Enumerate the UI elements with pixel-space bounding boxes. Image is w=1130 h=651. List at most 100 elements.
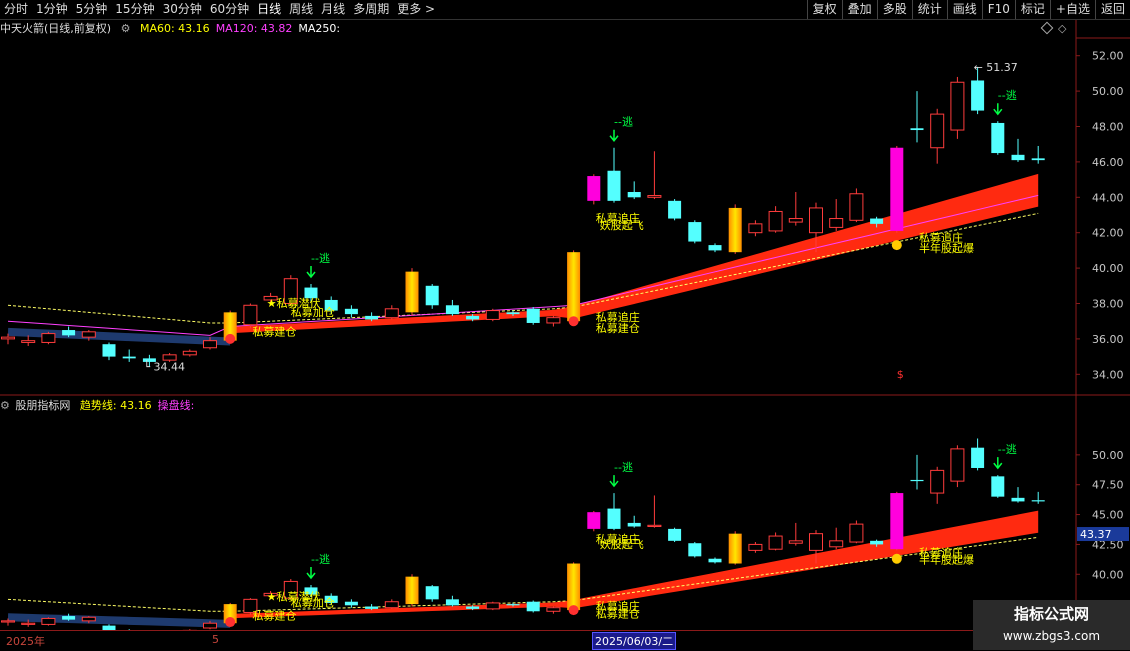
- candle-body-down: [466, 606, 480, 609]
- candle-body-gold: [728, 533, 742, 564]
- candle-body-up: [950, 448, 965, 482]
- candle-body-down: [1031, 500, 1045, 502]
- y-tick-label: 38.00: [1092, 298, 1124, 311]
- candle-body-up: [768, 535, 783, 550]
- settings-icon[interactable]: ⚙: [121, 22, 131, 35]
- candle-body-down: [870, 540, 884, 545]
- candle-body-up: [809, 207, 823, 234]
- candle-body-gold: [405, 271, 419, 313]
- candle-body-up: [546, 317, 561, 324]
- candle-body-magenta: [890, 147, 904, 231]
- ma-label-2: MA250:: [298, 22, 341, 35]
- diamond-icon: [568, 605, 579, 616]
- y-tick-label: 48.00: [1092, 121, 1124, 134]
- diamond-icon: [568, 316, 579, 327]
- y-tick-label: 45.00: [1092, 509, 1124, 522]
- monster-label: 妖股起飞: [600, 218, 644, 232]
- candle-body-down: [627, 191, 641, 198]
- candle-body-up: [950, 81, 965, 131]
- candle-body-up: [1, 336, 15, 340]
- indicator-label-1: 操盘线:: [157, 399, 195, 412]
- candle-body-up: [829, 540, 844, 548]
- build-label-2: 私募建仓: [596, 606, 640, 620]
- candle-body-up: [384, 601, 399, 609]
- candle-body-up: [809, 533, 823, 551]
- candle-body-up: [546, 607, 561, 612]
- candle-body-down: [425, 586, 439, 600]
- candle-body-down: [607, 508, 621, 529]
- escape-label: --逃: [998, 443, 1017, 456]
- candle-body-down: [365, 606, 379, 609]
- candle-body-down: [445, 305, 459, 315]
- top-pane-header: 中天火箭(日线,前复权) ⚙ MA60: 43.16 MA120: 43.82 MA…: [0, 20, 352, 38]
- monster-label: 妖股起飞: [600, 537, 644, 551]
- ma-legend: MA60: 43.16 MA120: 43.82 MA250:: [140, 22, 346, 35]
- candlestick-chart[interactable]: 52.00 50.00 48.00 46.00 44.00 42.00 40.00 38.00…: [0, 0, 1130, 650]
- candle-body-down: [688, 543, 702, 557]
- halfyear-label: 半年股起爆: [919, 241, 974, 255]
- cursor-date: 2025/06/03/二: [592, 632, 677, 650]
- candle-body-up: [748, 543, 763, 551]
- candle-body-down: [445, 599, 459, 606]
- candle-body-up: [788, 540, 803, 544]
- candle-body-up: [41, 617, 56, 625]
- candle-body-up: [384, 308, 399, 319]
- candle-body-up: [81, 616, 96, 622]
- candle-body-down: [1011, 154, 1025, 161]
- candle-body-gold: [567, 252, 581, 322]
- downtrend-band: [7, 327, 231, 346]
- escape-arrow: [993, 103, 1003, 116]
- y-tick-label: 50.00: [1092, 85, 1124, 98]
- downtrend-band: [7, 613, 231, 628]
- candle-body-up: [930, 113, 945, 149]
- watermark-url: www.zbgs3.com: [1002, 629, 1101, 643]
- candle-body-up: [1, 620, 15, 623]
- candle-body-down: [466, 315, 480, 320]
- price-tag-label: 43.37: [1080, 528, 1112, 541]
- candle-body-magenta: [890, 493, 904, 550]
- candle-body-up: [81, 331, 96, 338]
- candle-body-down: [708, 558, 722, 563]
- year-label: 2025年: [6, 635, 45, 648]
- candle-body-down: [1031, 158, 1045, 161]
- build-label: 私募建仓: [252, 324, 296, 338]
- escape-label: --逃: [998, 89, 1017, 102]
- candle-body-down: [526, 308, 540, 323]
- candle-body-down: [971, 80, 985, 111]
- y-tick-label: 50.00: [1092, 449, 1124, 462]
- escape-arrow: [609, 129, 619, 142]
- candle-body-down: [991, 476, 1005, 497]
- candle-body-down: [344, 601, 358, 606]
- y-tick-label: 40.00: [1092, 262, 1124, 275]
- time-axis: 2025年 5 2025/06/03/二: [0, 630, 1130, 651]
- settings-icon[interactable]: ⚙: [0, 399, 10, 412]
- y-tick-label: 52.00: [1092, 50, 1124, 63]
- candle-body-down: [971, 447, 985, 468]
- bottom-pane-header: ⚙ 股朋指标网 趋势线: 43.16 操盘线:: [0, 397, 206, 415]
- candle-body-down: [991, 122, 1005, 154]
- candle-body-down: [910, 479, 924, 482]
- candle-body-up: [162, 354, 177, 361]
- y-tick-label: 34.00: [1092, 368, 1124, 381]
- candle-body-up: [768, 210, 783, 232]
- candle-body-up: [182, 350, 197, 356]
- diamond-icon: [225, 617, 236, 628]
- candle-body-gold: [405, 576, 419, 605]
- candle-body-down: [62, 616, 76, 620]
- candle-body-up: [849, 523, 864, 543]
- candle-body-gold: [728, 207, 742, 253]
- indicator-label-0: 趋势线: 43.16: [79, 399, 152, 412]
- halfyear-label: 半年股起爆: [919, 553, 974, 567]
- escape-label: --逃: [311, 553, 330, 566]
- escape-arrow: [609, 475, 619, 488]
- candle-body-down: [708, 245, 722, 251]
- candle-body-up: [485, 310, 500, 320]
- indicator-legend: 趋势线: 43.16 操盘线:: [80, 399, 200, 412]
- candle-body-down: [122, 356, 136, 359]
- dollar-label: $: [897, 368, 904, 381]
- moneybag-icon: [891, 240, 902, 251]
- high-label: ← 51.37: [974, 61, 1018, 74]
- candle-body-down: [627, 522, 641, 527]
- candle-body-down: [668, 200, 682, 219]
- candle-body-up: [849, 193, 864, 221]
